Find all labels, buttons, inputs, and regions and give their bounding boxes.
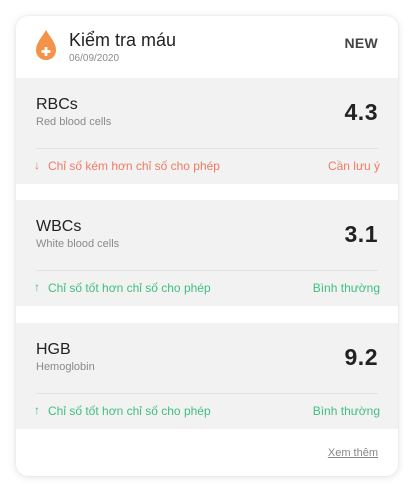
metric-subtitle: White blood cells [36, 238, 120, 250]
status-row: ↑ Chỉ số tốt hơn chỉ số cho phép Bình th… [34, 403, 380, 419]
arrow-up-icon: ↑ [34, 280, 40, 294]
status-text: Chỉ số tốt hơn chỉ số cho phép [48, 281, 211, 295]
metric-rbcs[interactable]: RBCs Red blood cells 4.3 ↓ Chỉ số kém hơ… [16, 78, 398, 184]
metric-name: WBCs [36, 218, 82, 235]
card-header: Kiểm tra máu 06/09/2020 NEW [16, 16, 398, 78]
test-date: 06/09/2020 [69, 53, 120, 64]
status-row: ↑ Chỉ số tốt hơn chỉ số cho phép Bình th… [34, 280, 380, 296]
metric-subtitle: Red blood cells [36, 116, 112, 128]
status-text: Chỉ số tốt hơn chỉ số cho phép [48, 404, 211, 418]
metric-name: HGB [36, 341, 71, 358]
metric-hgb[interactable]: HGB Hemoglobin 9.2 ↑ Chỉ số tốt hơn chỉ … [16, 323, 398, 429]
status-tag: Bình thường [312, 281, 380, 295]
metric-subtitle: Hemoglobin [36, 361, 95, 373]
blood-drop-icon [36, 30, 56, 60]
metric-value: 9.2 [344, 344, 378, 370]
blood-test-card: Kiểm tra máu 06/09/2020 NEW RBCs Red blo… [16, 16, 398, 476]
arrow-down-icon: ↓ [34, 158, 40, 172]
status-row: ↓ Chỉ số kém hơn chỉ số cho phép Cần lưu… [34, 158, 380, 174]
card-title: Kiểm tra máu [69, 30, 177, 50]
see-more-link[interactable]: Xem thêm [328, 447, 378, 459]
metric-value: 3.1 [344, 221, 378, 247]
divider [36, 148, 378, 149]
metric-value: 4.3 [344, 99, 378, 125]
new-badge: NEW [344, 35, 378, 51]
metric-wbcs[interactable]: WBCs White blood cells 3.1 ↑ Chỉ số tốt … [16, 200, 398, 306]
divider [36, 270, 378, 271]
divider [36, 393, 378, 394]
metric-name: RBCs [36, 96, 78, 113]
status-tag: Cần lưu ý [327, 159, 380, 173]
status-tag: Bình thường [312, 404, 380, 418]
arrow-up-icon: ↑ [34, 403, 40, 417]
status-text: Chỉ số kém hơn chỉ số cho phép [48, 159, 220, 173]
